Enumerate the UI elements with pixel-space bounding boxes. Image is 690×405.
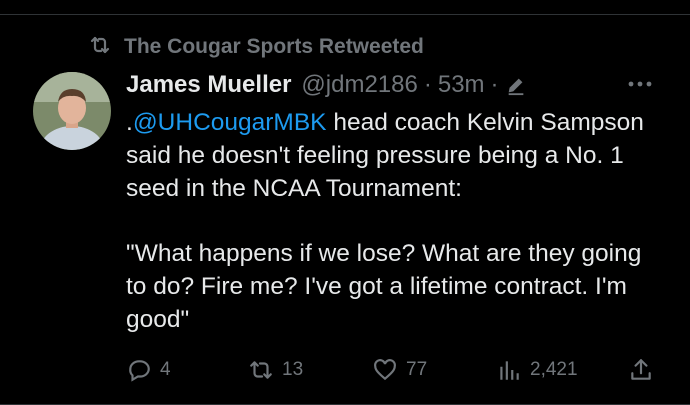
share-button[interactable]: [628, 355, 654, 385]
retweet-button[interactable]: 13: [248, 355, 303, 385]
retweet-count: 13: [282, 359, 304, 380]
action-bar: 4 13 77 2,421: [126, 355, 656, 385]
handle-line: @jdm2186 · 53m ·: [301, 71, 526, 99]
tweet-header: James Mueller @jdm2186 · 53m ·: [126, 68, 527, 102]
like-count: 77: [406, 359, 428, 380]
separator: ·: [423, 71, 432, 98]
retweet-context[interactable]: The Cougar Sports Retweeted: [88, 33, 424, 61]
tweet-paragraph: .@UHCougarMBK head coach Kelvin Sampson …: [126, 106, 666, 205]
more-options-icon[interactable]: [625, 72, 655, 96]
reply-button[interactable]: 4: [126, 355, 171, 385]
retweet-label: The Cougar Sports Retweeted: [124, 35, 424, 58]
timestamp[interactable]: 53m: [438, 71, 485, 99]
views-button[interactable]: 2,421: [496, 355, 578, 385]
view-count: 2,421: [530, 359, 578, 380]
heart-icon: [372, 357, 398, 383]
retweet-icon: [248, 357, 274, 383]
pencil-icon[interactable]: [505, 74, 527, 96]
like-button[interactable]: 77: [372, 355, 427, 385]
analytics-icon: [496, 357, 522, 383]
top-divider: [0, 14, 690, 15]
reply-icon: [126, 357, 152, 383]
author-handle[interactable]: @jdm2186: [301, 71, 417, 99]
avatar[interactable]: [33, 72, 111, 150]
author-name[interactable]: James Mueller: [126, 71, 291, 99]
retweet-icon: [88, 33, 112, 62]
mention-link[interactable]: @UHCougarMBK: [133, 109, 327, 136]
tweet-body: .@UHCougarMBK head coach Kelvin Sampson …: [126, 106, 666, 336]
separator: ·: [490, 71, 499, 98]
text-prefix: .: [126, 109, 133, 136]
reply-count: 4: [160, 359, 171, 380]
share-icon: [628, 357, 654, 383]
tweet-quote: "What happens if we lose? What are they …: [126, 240, 642, 333]
